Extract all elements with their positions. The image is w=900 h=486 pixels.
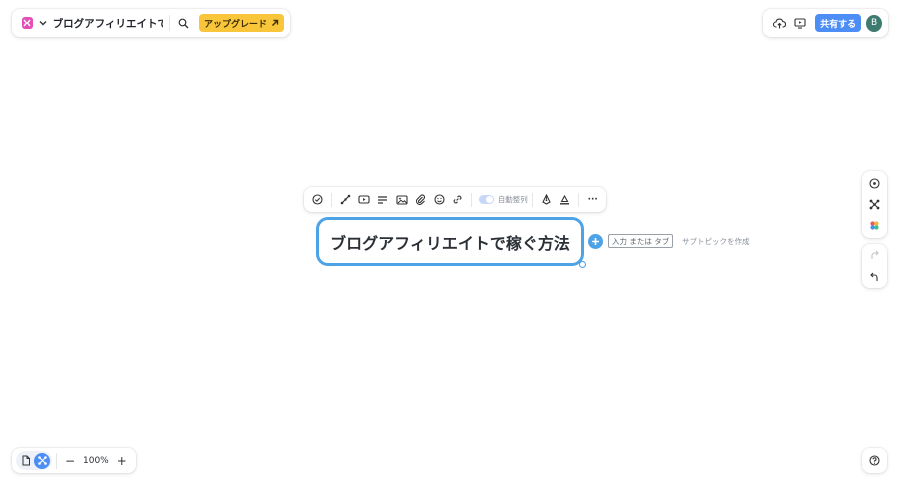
redo-icon[interactable] (864, 244, 886, 266)
divider (169, 15, 170, 31)
undo-icon[interactable] (864, 266, 886, 288)
divider (330, 192, 332, 207)
app-logo-icon[interactable] (22, 17, 33, 29)
view-switcher (16, 451, 52, 470)
branch-icon[interactable] (336, 190, 355, 210)
avatar[interactable]: B (866, 14, 882, 32)
divider (471, 192, 473, 207)
divider (56, 452, 57, 469)
zoom-level[interactable]: 100% (83, 456, 109, 466)
central-topic-node[interactable]: ブログアフィリエイトで稼ぐ方法 (316, 217, 584, 266)
upgrade-button[interactable]: アップグレード (199, 14, 285, 32)
search-icon[interactable] (176, 14, 192, 32)
auto-layout-label: 自動整列 (497, 195, 528, 204)
divider (578, 192, 580, 207)
smile-icon[interactable] (430, 190, 449, 210)
add-circle-icon[interactable] (864, 173, 886, 194)
title-bar: ブログアフィリエイトで稼ぐ... アップグレード (12, 9, 290, 37)
structure-icon[interactable] (864, 194, 886, 215)
underline-icon[interactable] (556, 190, 575, 210)
mindmap-icon[interactable] (34, 452, 50, 469)
arrow-up-right-icon (272, 19, 279, 26)
help-icon (869, 455, 880, 466)
present-icon[interactable] (790, 12, 811, 34)
text-lines-icon[interactable] (373, 190, 392, 210)
chevron-down-icon[interactable] (39, 20, 47, 26)
video-icon[interactable] (355, 190, 374, 210)
image-icon[interactable] (392, 190, 411, 210)
cloud-upload-icon[interactable] (769, 12, 790, 34)
paperclip-icon[interactable] (411, 190, 430, 210)
view-zoom-bar: − 100% + (12, 448, 136, 473)
key-hint: 入力 または タブ (608, 234, 674, 248)
subtopic-hint: サブトピックを作成 (682, 237, 750, 246)
zoom-out-button[interactable]: − (61, 452, 79, 470)
pen-icon[interactable] (537, 190, 556, 210)
check-circle-icon[interactable] (308, 190, 327, 210)
share-button[interactable]: 共有する (815, 14, 862, 32)
node-toolbar: 自動整列 ··· (304, 187, 606, 212)
zoom-in-button[interactable]: + (113, 452, 131, 470)
upgrade-label: アップグレード (204, 19, 268, 30)
help-button[interactable] (862, 448, 887, 473)
resize-handle[interactable] (579, 261, 586, 268)
link-icon[interactable] (449, 190, 468, 210)
history-tools (862, 244, 887, 288)
auto-layout-toggle[interactable] (479, 195, 494, 204)
top-actions: 共有する B (763, 9, 888, 37)
divider (531, 192, 533, 207)
add-circle-icon[interactable] (588, 234, 603, 249)
side-tools (862, 171, 887, 238)
palette-icon[interactable] (864, 215, 886, 236)
document-title[interactable]: ブログアフィリエイトで稼ぐ... (53, 16, 163, 31)
central-topic-text: ブログアフィリエイトで稼ぐ方法 (330, 233, 570, 253)
more-button[interactable]: ··· (583, 190, 602, 210)
document-icon[interactable] (18, 453, 34, 469)
